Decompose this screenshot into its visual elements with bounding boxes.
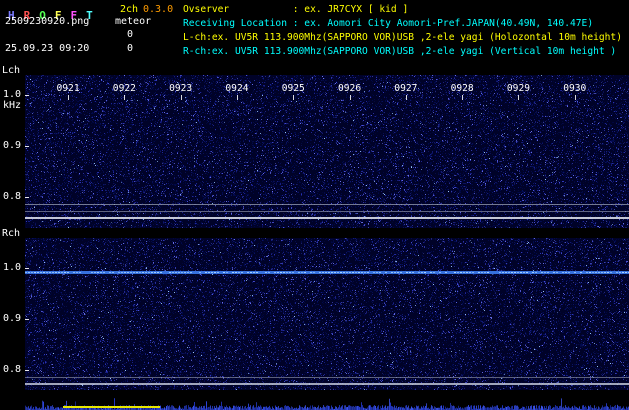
time-label: 0929 [507,84,530,94]
datetime-label: 25.09.23 09:20 [5,44,89,54]
panel-label: Rch [2,229,20,239]
freq-unit-label: kHz [3,101,21,111]
time-label: 0926 [338,84,361,94]
freq-tick-label: 0.9 [3,314,21,324]
observer-info-line: Ovserver : ex. JR7CYX [ kid ] [183,3,622,17]
observer-info-line: L-ch:ex. UV5R 113.900Mhz(SAPPORO VOR)USB… [183,31,622,45]
observer-info-line: Receiving Location : ex. Aomori City Aom… [183,17,622,31]
freq-tick-label: 0.8 [3,192,21,202]
time-label: 0927 [394,84,417,94]
time-label: 0928 [451,84,474,94]
time-label: 0930 [563,84,586,94]
version-label: 0.3.0 [143,5,173,15]
observer-info: Ovserver : ex. JR7CYX [ kid ] Receiving L… [183,3,622,59]
total-count-value: 0 [100,44,133,54]
meteor-counter-label: meteor [115,17,151,27]
time-label: 0925 [282,84,305,94]
rch-spectrogram [25,238,629,390]
time-label: 0924 [225,84,248,94]
freq-tick-label: 0.8 [3,365,21,375]
signal-level-strip [0,390,629,410]
freq-tick-label: 1.0 [3,90,21,100]
freq-tick-label: 1.0 [3,263,21,273]
channel-mode-label: 2ch [120,5,138,15]
freq-tick-label: 0.9 [3,141,21,151]
meteor-count-value: 0 [100,30,133,40]
time-label: 0921 [57,84,80,94]
observer-info-line: R-ch:ex. UV5R 113.900Mhz(SAPPORO VOR)USB… [183,45,622,59]
output-filename: 2509230920.png [5,17,89,27]
lch-spectrogram [25,75,629,228]
time-label: 0923 [169,84,192,94]
hrofft-window: HROFFT 2ch 0.3.0 2509230920.png meteor 0… [0,0,629,410]
panel-label: Lch [2,66,20,76]
time-label: 0922 [113,84,136,94]
